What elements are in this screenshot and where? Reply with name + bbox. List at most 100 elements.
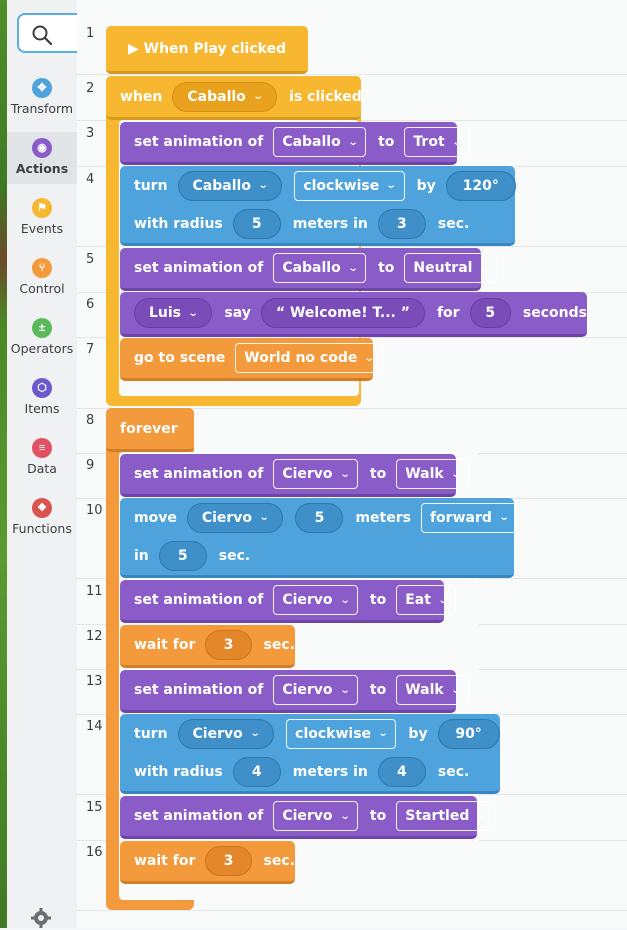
dropdown-value: Trot bbox=[413, 134, 445, 150]
degrees-input[interactable]: 90° bbox=[437, 718, 500, 749]
chevron-down-icon: ⌄ bbox=[450, 684, 462, 696]
message-input[interactable]: “ Welcome! T... ” bbox=[260, 298, 425, 328]
block-label: with radius bbox=[134, 215, 223, 232]
search-button[interactable] bbox=[17, 13, 79, 53]
set-animation-block[interactable]: set animation of Ciervo ⌄ to Walk ⌄ bbox=[120, 670, 470, 713]
line-number: 10 bbox=[86, 503, 103, 518]
direction-dropdown[interactable]: clockwise ⌄ bbox=[294, 170, 405, 201]
sidebar-item-data[interactable]: ≡ Data bbox=[7, 432, 77, 484]
block-label: move bbox=[134, 509, 177, 526]
object-dropdown[interactable]: Caballo ⌄ bbox=[273, 253, 367, 283]
sidebar-item-functions[interactable]: ❖ Functions bbox=[7, 492, 77, 544]
database-icon: ≡ bbox=[32, 438, 52, 458]
dropdown-value: Caballo bbox=[192, 177, 251, 194]
line-number: 5 bbox=[86, 252, 95, 267]
line-number: 15 bbox=[86, 800, 103, 815]
direction-dropdown[interactable]: forward ⌄ bbox=[420, 502, 518, 533]
sidebar-item-actions[interactable]: ◉ Actions bbox=[7, 132, 77, 184]
dropdown-value: Ciervo bbox=[282, 808, 333, 824]
object-dropdown[interactable]: Ciervo ⌄ bbox=[273, 801, 358, 831]
set-animation-block[interactable]: set animation of Caballo ⌄ to Neutral ⌄ bbox=[120, 248, 498, 291]
character-dropdown[interactable]: Luis ⌄ bbox=[134, 298, 213, 328]
turn-block[interactable]: turn Ciervo ⌄ clockwise ⌄ by 90° with radi… bbox=[120, 714, 500, 794]
set-animation-block[interactable]: set animation of Ciervo ⌄ to Eat ⌄ bbox=[120, 580, 457, 623]
time-input[interactable]: 4 bbox=[377, 756, 426, 787]
animation-dropdown[interactable]: Eat ⌄ bbox=[396, 585, 457, 615]
settings-gear-icon[interactable] bbox=[29, 906, 53, 930]
chevron-down-icon: ⌄ bbox=[339, 468, 351, 480]
cube-icon: ⬡ bbox=[32, 378, 52, 398]
wait-seconds-input[interactable]: 3 bbox=[205, 846, 252, 876]
direction-dropdown[interactable]: clockwise ⌄ bbox=[286, 718, 397, 749]
duration-input[interactable]: 5 bbox=[469, 298, 511, 328]
dropdown-value: Eat bbox=[405, 592, 431, 608]
dropdown-value: Caballo bbox=[187, 88, 246, 105]
sidebar-item-label: Actions bbox=[15, 161, 69, 176]
radius-input[interactable]: 4 bbox=[232, 756, 281, 787]
animation-dropdown[interactable]: Trot ⌄ bbox=[404, 127, 471, 157]
object-dropdown[interactable]: Ciervo ⌄ bbox=[273, 585, 358, 615]
object-dropdown[interactable]: Caballo ⌄ bbox=[273, 127, 367, 157]
line-number: 7 bbox=[86, 342, 95, 357]
animation-dropdown[interactable]: Neutral ⌄ bbox=[404, 253, 498, 283]
function-icon: ❖ bbox=[32, 498, 52, 518]
sidebar-item-label: Transform bbox=[10, 101, 74, 116]
block-label: with radius bbox=[134, 763, 223, 780]
set-animation-block[interactable]: set animation of Caballo ⌄ to Trot ⌄ bbox=[120, 122, 471, 165]
sidebar-item-label: Functions bbox=[12, 521, 72, 536]
dropdown-value: clockwise bbox=[303, 177, 380, 194]
chevron-down-icon: ⌄ bbox=[437, 594, 449, 606]
time-input[interactable]: 3 bbox=[377, 208, 426, 239]
dropdown-value: forward bbox=[429, 509, 492, 526]
degrees-input[interactable]: 120° bbox=[445, 170, 516, 201]
move-block[interactable]: move Ciervo ⌄ 5 meters forward ⌄ in 5 sec. bbox=[120, 498, 518, 578]
line-number: 2 bbox=[86, 81, 95, 96]
scene-dropdown[interactable]: World no code ⌄ bbox=[235, 343, 383, 373]
sidebar-item-transform[interactable]: ✥ Transform bbox=[7, 72, 77, 124]
when-clicked-block[interactable]: when Caballo ⌄ is clicked bbox=[106, 76, 362, 120]
radius-input[interactable]: 5 bbox=[232, 208, 281, 239]
when-play-clicked-block[interactable]: ▶ When Play clicked bbox=[106, 26, 308, 74]
move-arrows-icon: ✥ bbox=[32, 78, 52, 98]
set-animation-block[interactable]: set animation of Ciervo ⌄ to Walk ⌄ bbox=[120, 454, 470, 497]
line-number: 14 bbox=[86, 719, 103, 734]
object-dropdown[interactable]: Caballo ⌄ bbox=[177, 170, 283, 201]
time-input[interactable]: 5 bbox=[158, 540, 207, 571]
sidebar-item-label: Items bbox=[24, 401, 60, 416]
object-dropdown[interactable]: Caballo ⌄ bbox=[172, 81, 278, 112]
object-dropdown[interactable]: Ciervo ⌄ bbox=[186, 502, 284, 533]
sidebar-item-label: Events bbox=[20, 221, 64, 236]
eye-icon: ◉ bbox=[32, 138, 52, 158]
dropdown-value: Walk bbox=[405, 682, 444, 698]
animation-dropdown[interactable]: Walk ⌄ bbox=[396, 675, 470, 705]
wait-block[interactable]: wait for 3 sec. bbox=[120, 625, 295, 668]
distance-input[interactable]: 5 bbox=[295, 502, 344, 533]
wait-seconds-input[interactable]: 3 bbox=[205, 630, 252, 660]
dropdown-value: World no code bbox=[244, 350, 358, 366]
sidebar-item-items[interactable]: ⬡ Items bbox=[7, 372, 77, 424]
forever-block[interactable]: forever bbox=[106, 408, 194, 452]
sidebar-item-control[interactable]: ⑂ Control bbox=[7, 252, 77, 304]
chevron-down-icon: ⌄ bbox=[479, 262, 491, 274]
chevron-down-icon: ⌄ bbox=[339, 594, 351, 606]
object-dropdown[interactable]: Ciervo ⌄ bbox=[273, 459, 358, 489]
wait-block[interactable]: wait for 3 sec. bbox=[120, 841, 295, 884]
row-divider bbox=[77, 910, 627, 911]
block-label: set animation of bbox=[134, 134, 264, 150]
object-dropdown[interactable]: Ciervo ⌄ bbox=[177, 718, 275, 749]
animation-dropdown[interactable]: Walk ⌄ bbox=[396, 459, 470, 489]
dropdown-value: Ciervo bbox=[192, 725, 243, 742]
block-label: to bbox=[369, 592, 387, 608]
set-animation-block[interactable]: set animation of Ciervo ⌄ to Startled ⌄ bbox=[120, 796, 495, 839]
block-label: seconds bbox=[522, 305, 587, 321]
animation-dropdown[interactable]: Startled ⌄ bbox=[396, 801, 495, 831]
block-label: sec. bbox=[437, 763, 470, 780]
go-to-scene-block[interactable]: go to scene World no code ⌄ bbox=[120, 338, 383, 381]
plus-minus-icon: ± bbox=[32, 318, 52, 338]
say-block[interactable]: Luis ⌄ say “ Welcome! T... ” for 5 second… bbox=[120, 292, 587, 337]
line-number: 9 bbox=[86, 458, 95, 473]
turn-block[interactable]: turn Caballo ⌄ clockwise ⌄ by 120° with ra… bbox=[120, 166, 516, 246]
sidebar-item-events[interactable]: ⚑ Events bbox=[7, 192, 77, 244]
sidebar-item-operators[interactable]: ± Operators bbox=[7, 312, 77, 364]
object-dropdown[interactable]: Ciervo ⌄ bbox=[273, 675, 358, 705]
